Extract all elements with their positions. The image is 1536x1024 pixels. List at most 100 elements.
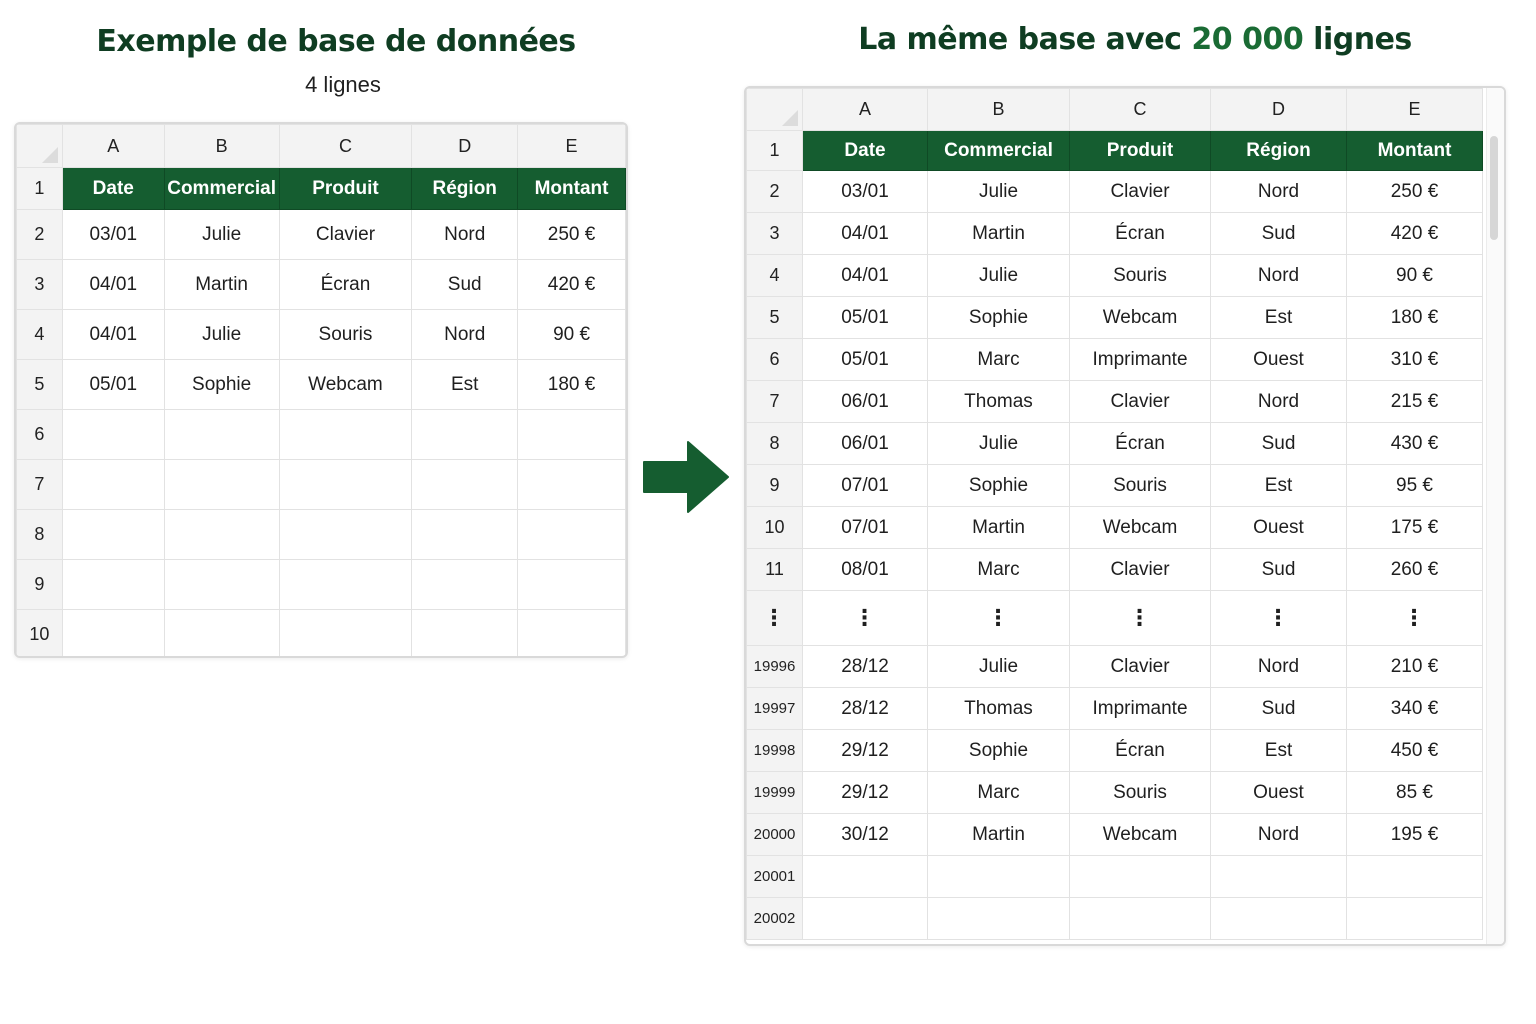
row-header[interactable]: 19996	[746, 645, 803, 688]
table-cell[interactable]: Écran	[1069, 422, 1211, 465]
table-cell[interactable]: 04/01	[61, 309, 165, 360]
row-header[interactable]: 4	[16, 309, 63, 360]
table-cell[interactable]: Écran	[278, 259, 413, 310]
table-cell[interactable]: Sud	[1210, 687, 1347, 730]
header-cell[interactable]: Montant	[517, 167, 626, 210]
table-cell[interactable]	[278, 509, 413, 560]
table-cell[interactable]: Sud	[1210, 422, 1347, 465]
table-cell[interactable]	[411, 609, 519, 656]
row-header[interactable]: 19997	[746, 687, 803, 730]
table-cell[interactable]: Écran	[1069, 729, 1211, 772]
table-cell[interactable]: Sophie	[927, 729, 1070, 772]
column-header-a[interactable]: A	[61, 124, 165, 168]
row-header[interactable]: 8	[16, 509, 63, 560]
row-header[interactable]: 7	[16, 459, 63, 510]
table-cell[interactable]	[802, 897, 928, 940]
table-cell[interactable]: Sud	[1210, 548, 1347, 591]
table-cell[interactable]: Clavier	[1069, 645, 1211, 688]
header-cell[interactable]: Montant	[1346, 130, 1483, 171]
select-all-corner-icon[interactable]	[16, 124, 63, 168]
table-cell[interactable]	[517, 409, 626, 460]
table-cell[interactable]: 180 €	[1346, 296, 1483, 339]
column-header-d[interactable]: D	[411, 124, 519, 168]
table-cell[interactable]	[411, 409, 519, 460]
table-cell[interactable]: Est	[411, 359, 519, 410]
table-cell[interactable]: 175 €	[1346, 506, 1483, 549]
table-cell[interactable]: Marc	[927, 338, 1070, 381]
table-cell[interactable]	[61, 609, 165, 656]
row-header[interactable]: 9	[16, 559, 63, 610]
table-cell[interactable]: Sud	[411, 259, 519, 310]
table-cell[interactable]: Nord	[1210, 170, 1347, 213]
row-header[interactable]: 7	[746, 380, 803, 423]
table-cell[interactable]: Marc	[927, 548, 1070, 591]
table-cell[interactable]: Nord	[1210, 645, 1347, 688]
row-header[interactable]: 1	[16, 167, 63, 210]
table-cell[interactable]: Souris	[1069, 771, 1211, 814]
table-cell[interactable]	[163, 459, 280, 510]
table-cell[interactable]: ⋮	[1346, 590, 1483, 646]
table-cell[interactable]: Est	[1210, 296, 1347, 339]
table-cell[interactable]: 90 €	[517, 309, 626, 360]
row-header[interactable]: 3	[746, 212, 803, 255]
table-cell[interactable]: Sophie	[927, 296, 1070, 339]
column-header-d[interactable]: D	[1210, 88, 1347, 131]
row-header[interactable]: 2	[16, 209, 63, 260]
column-header-c[interactable]: C	[1069, 88, 1211, 131]
row-header[interactable]: ⋮	[746, 590, 803, 646]
table-cell[interactable]: Julie	[163, 209, 280, 260]
table-cell[interactable]: 450 €	[1346, 729, 1483, 772]
table-cell[interactable]	[1346, 855, 1483, 898]
table-cell[interactable]: 05/01	[61, 359, 165, 410]
table-cell[interactable]: 95 €	[1346, 464, 1483, 507]
table-cell[interactable]	[61, 559, 165, 610]
table-cell[interactable]: Clavier	[1069, 548, 1211, 591]
row-header[interactable]: 20002	[746, 897, 803, 940]
table-cell[interactable]: 04/01	[802, 254, 928, 297]
table-cell[interactable]: 195 €	[1346, 813, 1483, 856]
row-header[interactable]: 10	[746, 506, 803, 549]
table-cell[interactable]: 05/01	[802, 296, 928, 339]
table-cell[interactable]	[927, 897, 1070, 940]
table-cell[interactable]: 250 €	[517, 209, 626, 260]
table-cell[interactable]: 28/12	[802, 645, 928, 688]
table-cell[interactable]: 06/01	[802, 422, 928, 465]
table-cell[interactable]: 07/01	[802, 506, 928, 549]
table-cell[interactable]: Martin	[927, 506, 1070, 549]
header-cell[interactable]: Date	[802, 130, 928, 171]
table-cell[interactable]: Clavier	[1069, 380, 1211, 423]
table-cell[interactable]: ⋮	[927, 590, 1070, 646]
table-cell[interactable]	[61, 509, 165, 560]
row-header[interactable]: 5	[746, 296, 803, 339]
table-cell[interactable]: 420 €	[517, 259, 626, 310]
column-header-e[interactable]: E	[517, 124, 626, 168]
table-cell[interactable]	[278, 409, 413, 460]
table-cell[interactable]: Webcam	[1069, 296, 1211, 339]
table-cell[interactable]: Sophie	[927, 464, 1070, 507]
table-cell[interactable]: 06/01	[802, 380, 928, 423]
column-header-b[interactable]: B	[927, 88, 1070, 131]
table-cell[interactable]	[1346, 897, 1483, 940]
table-cell[interactable]	[1210, 897, 1347, 940]
header-cell[interactable]: Commercial	[927, 130, 1070, 171]
table-cell[interactable]: 29/12	[802, 729, 928, 772]
table-cell[interactable]: Nord	[1210, 813, 1347, 856]
table-cell[interactable]	[1069, 897, 1211, 940]
row-header[interactable]: 10	[16, 609, 63, 656]
header-cell[interactable]: Région	[1210, 130, 1347, 171]
table-cell[interactable]	[278, 609, 413, 656]
table-cell[interactable]: Webcam	[1069, 506, 1211, 549]
header-cell[interactable]: Produit	[278, 167, 413, 210]
table-cell[interactable]: 210 €	[1346, 645, 1483, 688]
table-cell[interactable]: Martin	[927, 212, 1070, 255]
table-cell[interactable]: Imprimante	[1069, 338, 1211, 381]
table-cell[interactable]	[1210, 855, 1347, 898]
table-cell[interactable]	[517, 459, 626, 510]
table-cell[interactable]: 30/12	[802, 813, 928, 856]
select-all-corner-icon[interactable]	[746, 88, 803, 131]
header-cell[interactable]: Produit	[1069, 130, 1211, 171]
header-cell[interactable]: Région	[411, 167, 519, 210]
table-cell[interactable]: ⋮	[1210, 590, 1347, 646]
table-cell[interactable]: Imprimante	[1069, 687, 1211, 730]
table-cell[interactable]: Est	[1210, 464, 1347, 507]
